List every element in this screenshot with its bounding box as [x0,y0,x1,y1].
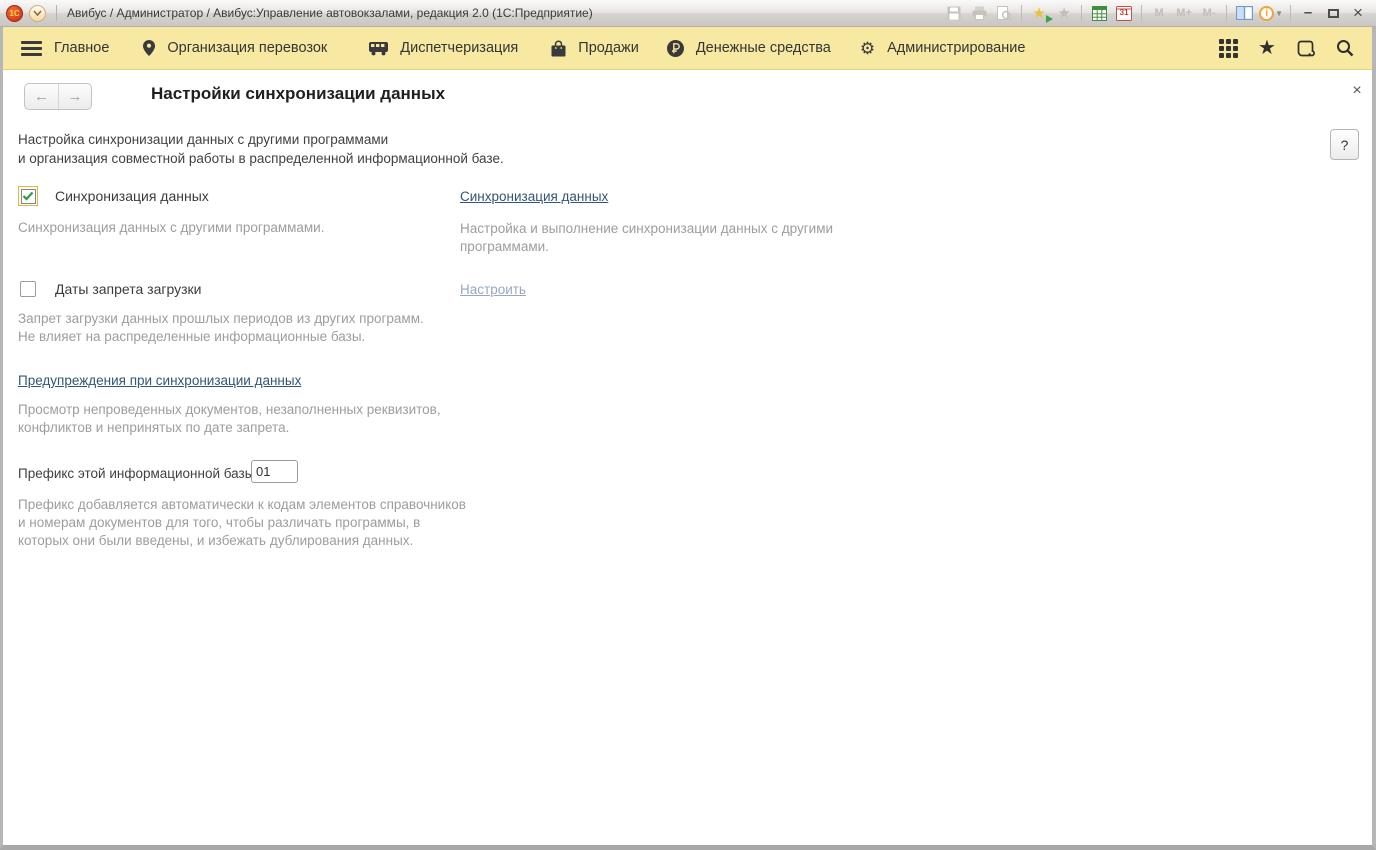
favorites-button[interactable]: ★ [1256,37,1278,59]
search-icon [1336,39,1354,57]
1c-logo-icon: 1С [6,5,23,22]
page-close-button[interactable]: × [1348,82,1366,100]
gear-icon: ⚙ [860,40,875,57]
memory-minus-button[interactable]: M- [1199,3,1219,23]
bus-icon [369,41,388,56]
calendar-day-label: 31 [1116,8,1132,17]
titlebar-left: 1С Авибус / Администратор / Авибус:Управ… [6,5,593,22]
titlebar-toolbar: ★ ★ 31 M M+ M- i ▼ [944,3,1368,23]
calendar-icon[interactable]: 31 [1114,3,1134,23]
app-frame: Главное Организация перевозок Диспетчери… [0,27,1376,850]
sync-checkbox-label[interactable]: Синхронизация данных [55,188,209,204]
menubar-right-tools: ★ [1217,37,1356,59]
load-ban-checkbox[interactable] [20,281,36,297]
forward-button[interactable]: → [58,84,91,109]
grid-dots-icon [1219,39,1238,58]
split-window-icon[interactable] [1234,3,1254,23]
print-preview-icon[interactable] [994,3,1014,23]
location-pin-icon [143,40,155,56]
logo-text: 1С [9,9,19,18]
toolbar-separator [1081,5,1082,21]
menu-item-denezhnye-sredstva[interactable]: Денежные средства [667,40,831,57]
sync-warnings-link[interactable]: Предупреждения при синхронизации данных [18,373,301,388]
menu-item-dispetcherizaciya[interactable]: Диспетчеризация [369,40,518,56]
shopping-bag-icon [551,40,566,57]
settings-page: ← → Настройки синхронизации данных × Нас… [3,70,1372,844]
maximize-icon [1328,9,1339,18]
page-intro-text: Настройка синхронизации данных с другими… [18,130,504,168]
print-icon[interactable] [969,3,989,23]
sync-settings-link[interactable]: Синхронизация данных [460,189,608,204]
functions-menu-button[interactable] [1217,37,1239,59]
hamburger-menu-button[interactable] [21,41,42,56]
calculator-icon[interactable] [1089,3,1109,23]
menu-item-prodazhi[interactable]: Продажи [551,40,639,57]
back-button[interactable]: ← [25,84,58,109]
warnings-description: Просмотр непроведенных документов, незап… [18,401,441,437]
window-title: Авибус / Администратор / Авибус:Управлен… [67,6,593,20]
nav-history-buttons: ← → [24,83,92,110]
load-ban-checkbox-label[interactable]: Даты запрета загрузки [55,281,201,297]
system-menu-button[interactable] [29,5,46,22]
menu-item-glavnoe[interactable]: Главное [54,40,109,56]
close-window-button[interactable]: × [1348,3,1368,23]
prefix-description: Префикс добавляется автоматически к кода… [18,496,466,550]
history-button[interactable] [1295,37,1317,59]
chevron-down-icon [33,10,42,16]
search-button[interactable] [1334,37,1356,59]
minimize-button[interactable]: – [1298,3,1318,23]
save-icon[interactable] [944,3,964,23]
page-title: Настройки синхронизации данных [151,84,445,104]
help-button[interactable]: ? [1330,129,1359,160]
sync-description: Синхронизация данных с другими программа… [18,219,324,237]
toolbar-separator [1226,5,1227,21]
configure-load-ban-link[interactable]: Настроить [460,282,526,297]
chevron-down-icon: ▼ [1275,9,1283,18]
sync-link-description: Настройка и выполнение синхронизации дан… [460,220,833,256]
add-to-favorites-icon[interactable]: ★ [1029,3,1049,23]
check-icon [22,191,34,201]
ruble-circle-icon [667,40,684,57]
history-scroll-icon [1297,39,1315,58]
favorites-icon[interactable]: ★ [1054,3,1074,23]
app-window: 1С Авибус / Администратор / Авибус:Управ… [0,0,1376,850]
memory-recall-button[interactable]: M [1149,3,1169,23]
load-ban-checkbox-row: Даты запрета загрузки [20,281,201,297]
toolbar-separator [1021,5,1022,21]
menu-item-administrirovanie[interactable]: ⚙ Администрирование [860,40,1026,57]
toolbar-separator [1141,5,1142,21]
info-icon: i [1259,6,1274,21]
main-menubar: Главное Организация перевозок Диспетчери… [3,27,1372,70]
info-menu-button[interactable]: i ▼ [1259,3,1283,23]
maximize-button[interactable] [1323,3,1343,23]
memory-plus-button[interactable]: M+ [1174,3,1194,23]
menu-item-organizaciya-perevozok[interactable]: Организация перевозок [143,40,327,56]
prefix-input[interactable] [251,460,298,483]
titlebar-separator [56,5,57,21]
titlebar: 1С Авибус / Администратор / Авибус:Управ… [0,0,1376,27]
sync-checkbox[interactable] [18,186,38,206]
sync-checkbox-row: Синхронизация данных [18,186,209,206]
green-arrow-icon [1046,15,1053,23]
load-ban-description: Запрет загрузки данных прошлых периодов … [18,310,424,346]
prefix-label: Префикс этой информационной базы: [18,466,258,481]
toolbar-separator [1290,5,1291,21]
